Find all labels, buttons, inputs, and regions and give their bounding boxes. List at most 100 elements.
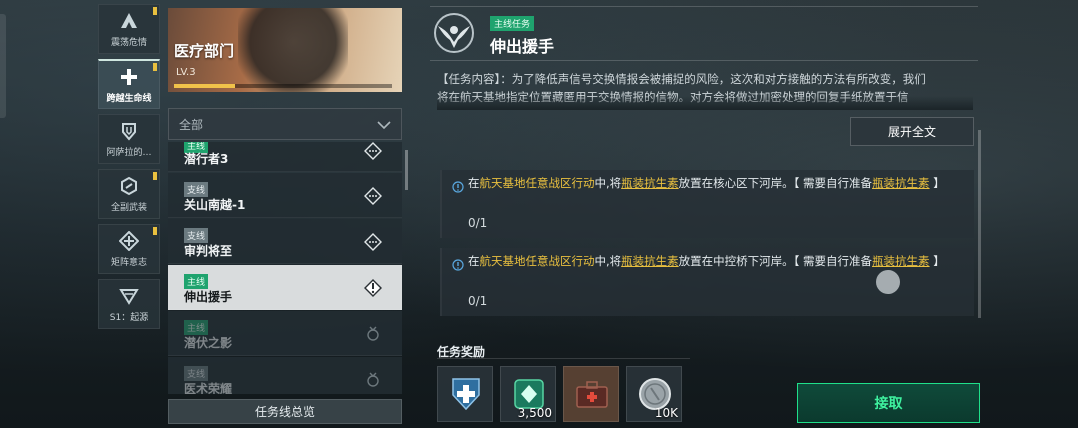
medical-shield-icon bbox=[447, 375, 485, 413]
shield-emblem-icon bbox=[118, 120, 140, 142]
new-badge bbox=[153, 7, 157, 15]
touch-cursor bbox=[876, 270, 900, 294]
dots-diamond-icon bbox=[364, 142, 382, 160]
new-badge bbox=[153, 172, 157, 180]
objective-text: 在航天基地任意战区行动中,将瓶装抗生素放置在中控桥下河岸。【 需要自行准备瓶装抗… bbox=[468, 252, 968, 271]
reward-count: 3,500 bbox=[517, 406, 552, 420]
nav-item-zhendang[interactable]: 震荡危情 bbox=[98, 4, 160, 54]
description-line: 【任务内容】：为了降低声信号交换情报会被捕捉的风险，这次和对方接触的方法有所改变… bbox=[437, 72, 926, 86]
objective-item-link[interactable]: 瓶装抗生素 bbox=[621, 254, 679, 268]
quest-name: 医术荣耀 bbox=[184, 382, 233, 394]
quest-tag: 支线 bbox=[184, 228, 209, 243]
nav-item-kuayue[interactable]: 跨越生命线 bbox=[98, 59, 160, 109]
nav-item-quanfu[interactable]: 全副武装 bbox=[98, 169, 160, 219]
nav-item-label: 震荡危情 bbox=[110, 38, 147, 48]
questline-overview-button[interactable]: 任务线总览 bbox=[168, 399, 402, 424]
quest-filter-dropdown[interactable]: 全部 bbox=[168, 108, 402, 140]
reward-slot[interactable]: 10K bbox=[626, 366, 682, 422]
objective-progress: 0/1 bbox=[468, 216, 488, 230]
objective-location: 航天基地任意战区行动 bbox=[479, 176, 595, 190]
chevron-down-icon bbox=[377, 115, 391, 134]
reward-slot[interactable] bbox=[437, 366, 493, 422]
alert-a-icon bbox=[118, 10, 140, 32]
divider bbox=[430, 6, 978, 7]
quest-tag: 主线 bbox=[184, 274, 209, 289]
objective-end: 】 bbox=[933, 176, 945, 190]
nav-item-label: 全副武装 bbox=[110, 203, 147, 213]
eagle-emblem-icon bbox=[432, 12, 476, 54]
objective-card: 在航天基地任意战区行动中,将瓶装抗生素放置在核心区下河岸。【 需要自行准备瓶装抗… bbox=[440, 170, 974, 238]
department-title: 医疗部门 bbox=[174, 42, 235, 60]
locked-medal-icon bbox=[364, 371, 382, 389]
quest-item[interactable]: 支线 医术荣耀 bbox=[168, 357, 402, 394]
quest-item[interactable]: 支线 关山南越-1 bbox=[168, 173, 402, 218]
nav-item-asala[interactable]: 阿萨拉的… bbox=[98, 114, 160, 164]
department-card: 医疗部门 LV.3 bbox=[168, 8, 402, 92]
medkit-case-icon bbox=[573, 375, 611, 413]
quest-type-tag: 主线任务 bbox=[490, 16, 535, 31]
dots-diamond-icon bbox=[364, 233, 382, 251]
quest-item-selected[interactable]: 主线 伸出援手 bbox=[168, 265, 402, 310]
quest-tag: 主线 bbox=[184, 320, 209, 335]
progress-fill bbox=[174, 84, 236, 88]
nav-item-label: 跨越生命线 bbox=[106, 93, 152, 104]
nav-item-s1[interactable]: S1：起源 bbox=[98, 279, 160, 329]
detail-scrollbar[interactable] bbox=[978, 130, 981, 318]
objective-middle: 中,将 bbox=[594, 254, 622, 268]
quest-name: 关山南越-1 bbox=[184, 198, 246, 212]
quest-description: 【任务内容】：为了降低声信号交换情报会被捕捉的风险，这次和对方接触的方法有所改变… bbox=[437, 70, 973, 110]
objective-text: 在航天基地任意战区行动中,将瓶装抗生素放置在核心区下河岸。【 需要自行准备瓶装抗… bbox=[468, 174, 968, 193]
nav-item-label: S1：起源 bbox=[109, 313, 149, 323]
new-badge bbox=[153, 227, 157, 235]
diamond-cross-icon bbox=[118, 230, 140, 252]
season-v-icon bbox=[118, 285, 140, 307]
new-badge bbox=[153, 63, 157, 71]
objective-suffix: 放置在核心区下河岸。【 需要自行准备 bbox=[678, 176, 873, 190]
locked-medal-icon bbox=[364, 325, 382, 343]
objective-item-link[interactable]: 瓶装抗生素 bbox=[872, 176, 930, 190]
reward-slot[interactable] bbox=[563, 366, 619, 422]
quest-name: 潜伏之影 bbox=[184, 336, 233, 350]
exclaim-diamond-icon bbox=[364, 279, 382, 297]
quest-tag: 支线 bbox=[184, 366, 209, 381]
fade-overlay bbox=[437, 96, 973, 110]
department-level: LV.3 bbox=[176, 67, 196, 78]
objective-progress: 0/1 bbox=[468, 294, 488, 308]
objective-prefix: 在 bbox=[468, 176, 480, 190]
quest-name: 潜行者3 bbox=[184, 152, 229, 166]
nav-item-juzhen[interactable]: 矩阵意志 bbox=[98, 224, 160, 274]
quest-name: 伸出援手 bbox=[184, 290, 233, 304]
operator-portrait bbox=[238, 8, 348, 92]
objective-location: 航天基地任意战区行动 bbox=[479, 254, 595, 268]
category-nav: 震荡危情 跨越生命线 阿萨拉的… 全副武装 矩阵意志 S1：起源 bbox=[98, 4, 160, 334]
divider bbox=[437, 358, 690, 359]
objective-item-link[interactable]: 瓶装抗生素 bbox=[872, 254, 930, 268]
quest-item[interactable]: 主线 潜伏之影 bbox=[168, 311, 402, 356]
divider bbox=[430, 60, 978, 61]
filter-value: 全部 bbox=[179, 117, 204, 132]
side-drawer-handle[interactable] bbox=[0, 14, 6, 118]
quest-item[interactable]: 主线 潜行者3 bbox=[168, 142, 402, 172]
accept-quest-button[interactable]: 接取 bbox=[797, 383, 980, 423]
medical-cross-icon bbox=[118, 66, 140, 88]
info-icon bbox=[452, 256, 464, 271]
expand-full-text-button[interactable]: 展开全文 bbox=[850, 117, 974, 146]
hex-link-icon bbox=[118, 175, 140, 197]
objective-item-link[interactable]: 瓶装抗生素 bbox=[621, 176, 679, 190]
quest-title: 伸出援手 bbox=[490, 37, 555, 56]
objective-end: 】 bbox=[933, 254, 945, 268]
objective-middle: 中,将 bbox=[594, 176, 622, 190]
nav-item-label: 矩阵意志 bbox=[110, 258, 147, 268]
quest-list-scrollbar[interactable] bbox=[405, 150, 408, 190]
reward-slot[interactable]: 3,500 bbox=[500, 366, 556, 422]
nav-item-label: 阿萨拉的… bbox=[106, 148, 152, 158]
dots-diamond-icon bbox=[364, 187, 382, 205]
quest-list: 主线 潜行者3 支线 关山南越-1 支线 审判将至 主线 伸出援手 主线 潜伏之… bbox=[168, 142, 404, 394]
quest-tag: 支线 bbox=[184, 182, 209, 197]
objective-prefix: 在 bbox=[468, 254, 480, 268]
quest-name: 审判将至 bbox=[184, 244, 233, 258]
quest-item[interactable]: 支线 审判将至 bbox=[168, 219, 402, 264]
reward-count: 10K bbox=[654, 406, 678, 420]
info-icon bbox=[452, 178, 464, 193]
objective-suffix: 放置在中控桥下河岸。【 需要自行准备 bbox=[678, 254, 873, 268]
